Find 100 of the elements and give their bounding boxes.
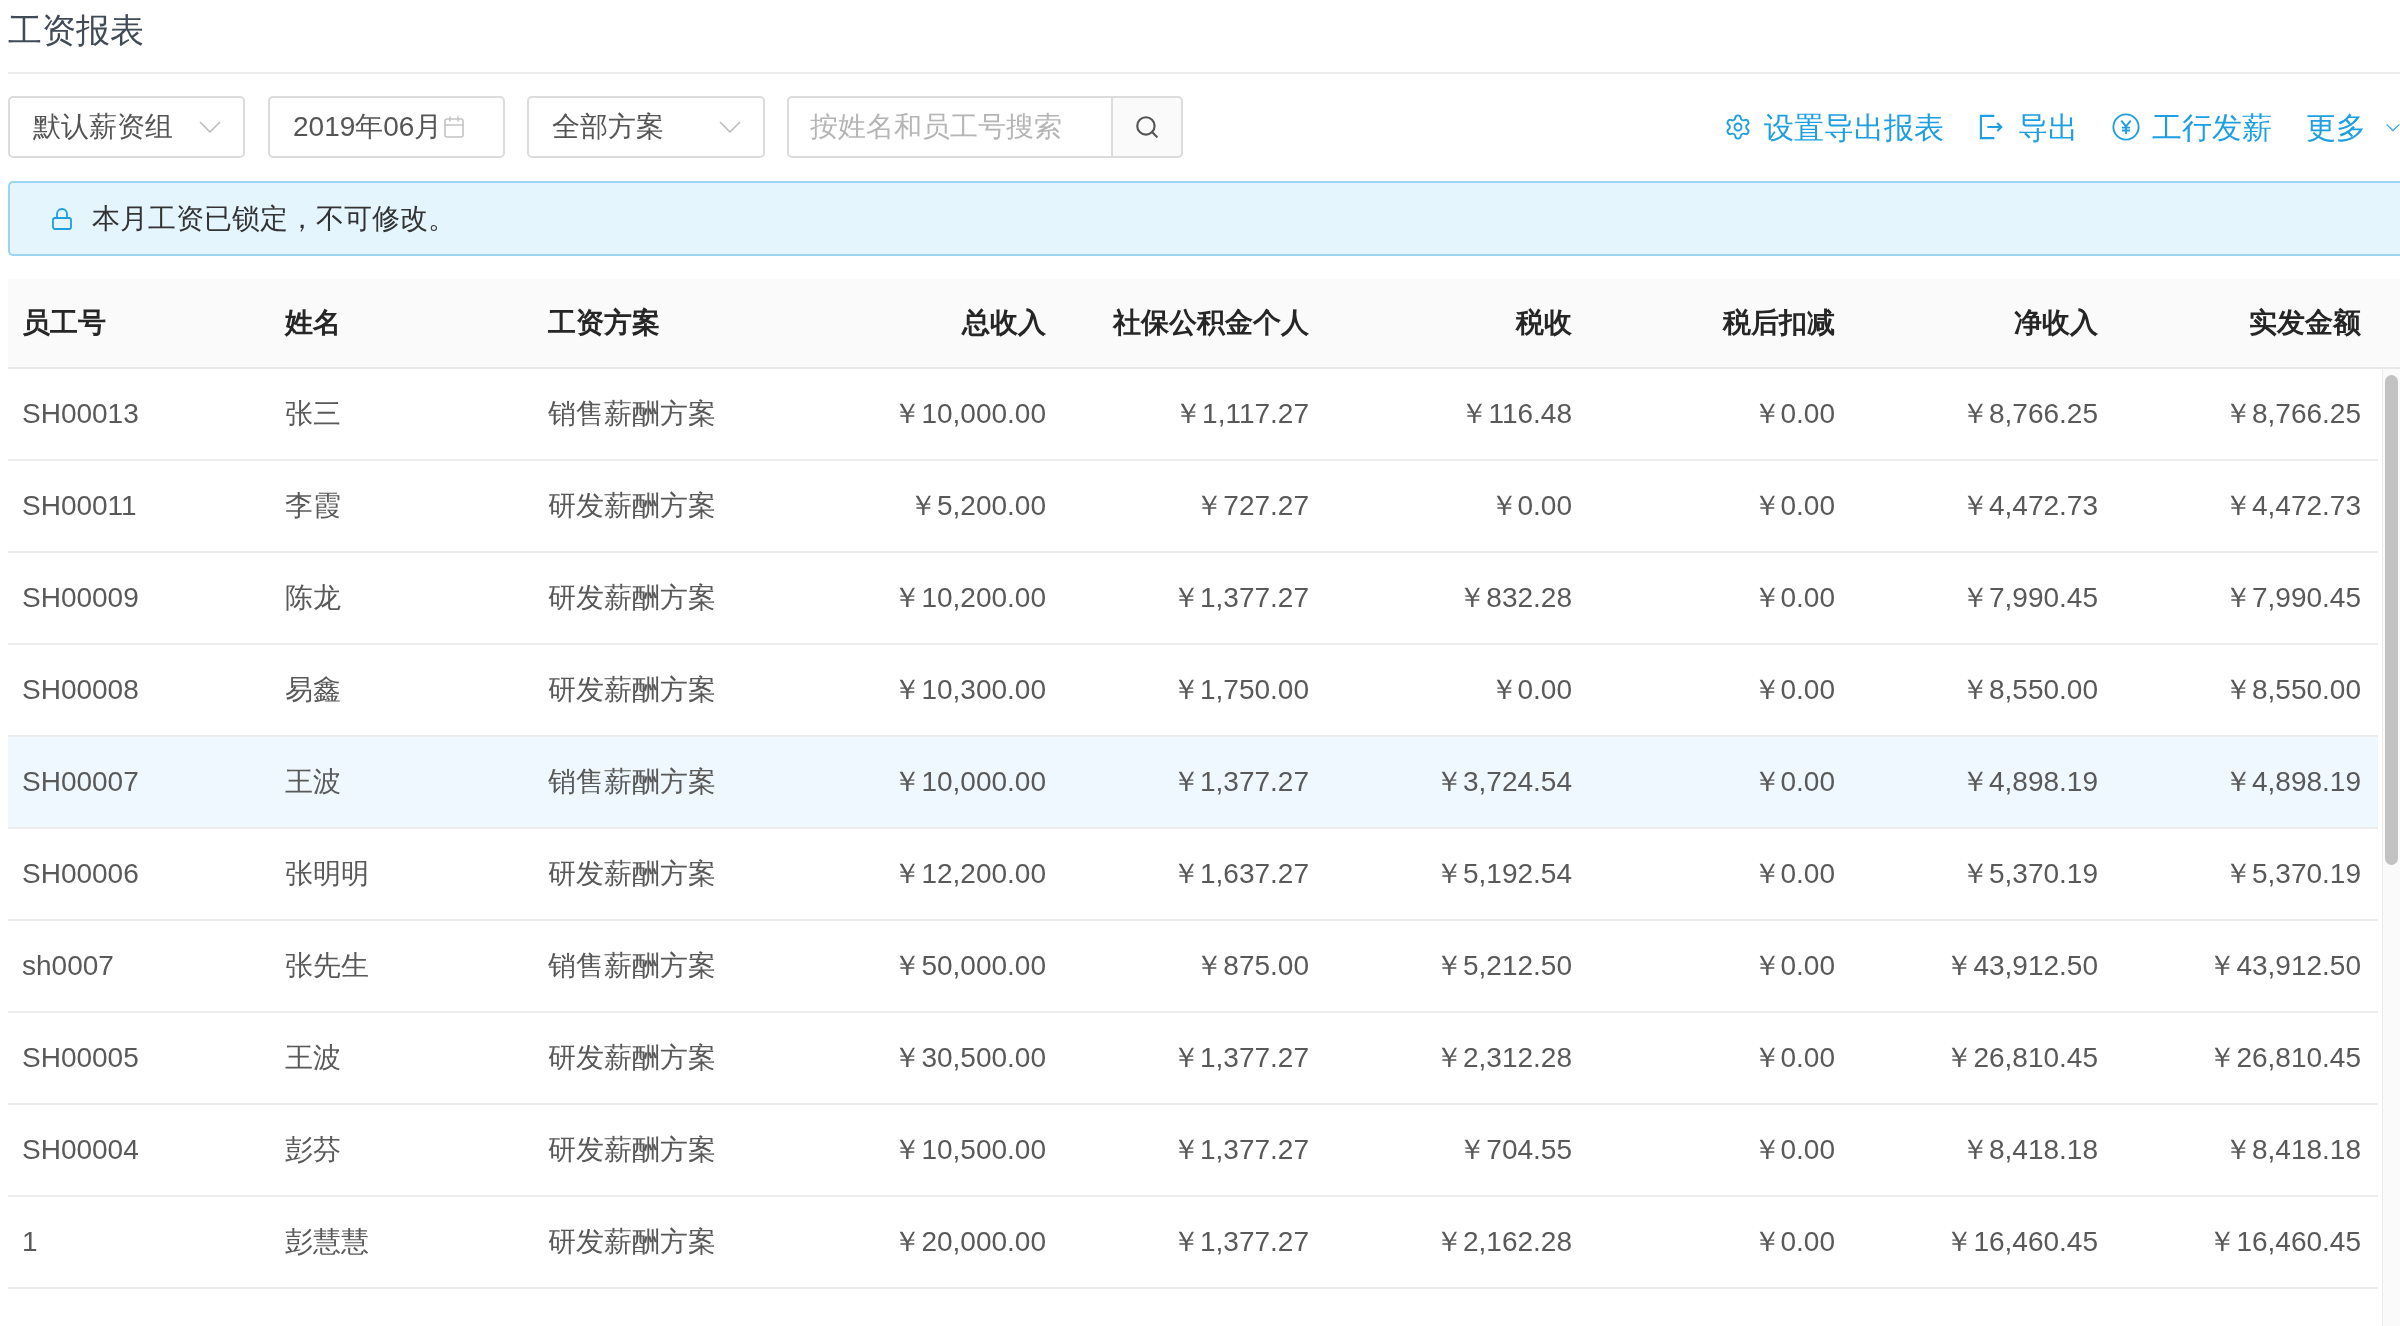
table-cell-text: ￥43,912.50 [2207,949,2362,983]
column-header: 总收入 [960,306,1047,340]
more-menu-link[interactable]: 更多 [2306,104,2366,150]
table-cell-text: SH00011 [21,489,138,523]
table-cell-text: ￥2,162.28 [1434,1225,1573,1259]
column-header: 实发金额 [2248,306,2362,340]
search-icon [1134,114,1160,140]
table-cell-text: ￥10,200.00 [892,581,1047,615]
yen-circle-icon [2112,113,2140,141]
table-cell-text: 销售薪酬方案 [547,949,717,983]
table-cell-text: SH00004 [21,1133,140,1167]
table-cell-text: ￥4,898.19 [2223,765,2362,799]
table-cell-text: ￥7,990.45 [1960,581,2099,615]
table-cell-text: ￥727.27 [1194,489,1310,523]
table-cell-text: 彭芬 [284,1133,342,1167]
page-title: 工资报表 [8,10,144,51]
table-cell-text: ￥8,418.18 [1960,1133,2099,1167]
month-picker[interactable]: 2019年06月 [268,96,505,158]
table-cell-text: ￥5,370.19 [2223,857,2362,891]
table-cell-text: ￥4,898.19 [1960,765,2099,799]
table-cell-text: ￥1,117.27 [1173,397,1310,431]
payroll-link[interactable]: 工行发薪 [2152,104,2272,150]
table-cell-text: SH00007 [21,765,140,799]
table-cell-text: ￥10,000.00 [892,397,1047,431]
table-cell-text: ￥8,550.00 [2223,673,2362,707]
table-cell-text: ￥16,460.45 [1944,1225,2099,1259]
table-cell-text: ￥704.55 [1457,1133,1573,1167]
table-cell-text: ￥1,377.27 [1171,1041,1310,1075]
column-header: 税后扣减 [1721,306,1836,340]
table-cell-text: ￥1,377.27 [1171,1133,1310,1167]
alert-message: 本月工资已锁定，不可修改。 [92,201,456,236]
table-cell-text: ￥0.00 [1751,765,1836,799]
search-button[interactable] [1113,96,1183,158]
table-cell-text: ￥10,300.00 [892,673,1047,707]
table-cell-text: ￥10,000.00 [892,765,1047,799]
table-cell-text: 研发薪酬方案 [547,1133,717,1167]
table-cell-text: ￥3,724.54 [1434,765,1573,799]
table-cell-text: 李霞 [284,489,342,523]
table-cell-text: ￥5,370.19 [1960,857,2099,891]
table-cell-text: ￥8,766.25 [2223,397,2362,431]
table-cell-text: ￥0.00 [1751,581,1836,615]
table-cell-text: ￥30,500.00 [892,1041,1047,1075]
table-cell-text: SH00008 [21,673,140,707]
table-cell-text: 研发薪酬方案 [547,1041,717,1075]
chevron-down-icon [719,121,741,133]
table-cell-text: 研发薪酬方案 [547,489,717,523]
table-cell-text: SH00006 [21,857,140,891]
table-cell-text: 研发薪酬方案 [547,857,717,891]
chevron-down-icon [2386,122,2400,132]
search-field[interactable]: 按姓名和员工号搜索 [787,96,1113,158]
table-cell-text: ￥1,750.00 [1171,673,1310,707]
report-settings-link[interactable]: 设置导出报表 [1764,104,1944,150]
table-cell-text: ￥1,637.27 [1171,857,1310,891]
table-cell-text: ￥20,000.00 [892,1225,1047,1259]
table-cell-text: ￥50,000.00 [892,949,1047,983]
table-cell-text: 王波 [284,765,342,799]
table-cell-text: ￥5,212.50 [1434,949,1573,983]
column-header: 社保公积金个人 [1111,306,1310,340]
table-cell-text: sh0007 [21,949,115,983]
table-cell-text: ￥4,472.73 [1960,489,2099,523]
table-cell-text: 1 [21,1225,39,1259]
column-header: 姓名 [283,306,342,340]
table-cell-text: ￥832.28 [1457,581,1573,615]
table-cell-text: ￥26,810.45 [1944,1041,2099,1075]
export-link[interactable]: 导出 [2018,104,2078,150]
table-cell-text: ￥0.00 [1751,1041,1836,1075]
table-cell-text: ￥0.00 [1751,397,1836,431]
table-cell-text: 张先生 [284,949,370,983]
table-cell-text: ￥4,472.73 [2223,489,2362,523]
table-cell-text: 陈龙 [284,581,342,615]
table-cell-text: SH00009 [21,581,140,615]
table-cell-text: ￥0.00 [1751,673,1836,707]
table-cell-text: ￥5,200.00 [908,489,1047,523]
table-cell-text: ￥8,418.18 [2223,1133,2362,1167]
table-cell-text: SH00013 [21,397,140,431]
table-cell-text: 销售薪酬方案 [547,397,717,431]
column-header: 员工号 [21,306,107,340]
table-cell-text: 张明明 [284,857,370,891]
table-cell-text: ￥8,766.25 [1960,397,2099,431]
table-cell-text: SH00005 [21,1041,140,1075]
table-cell-text: ￥0.00 [1751,1225,1836,1259]
lock-icon [50,206,74,231]
chevron-down-icon [199,121,221,133]
scrollbar-thumb[interactable] [2385,375,2398,865]
table-cell-text: ￥0.00 [1751,857,1836,891]
column-header: 税收 [1514,306,1573,340]
table-cell-text: ￥12,200.00 [892,857,1047,891]
table-cell-text: ￥43,912.50 [1944,949,2099,983]
table-cell-text: ￥875.00 [1194,949,1310,983]
table-cell-text: 王波 [284,1041,342,1075]
table-cell-text: ￥0.00 [1488,673,1573,707]
salary-group-select[interactable]: 默认薪资组 [8,96,245,158]
table-cell-text: ￥2,312.28 [1434,1041,1573,1075]
table-cell-text: ￥16,460.45 [2207,1225,2362,1259]
table-cell-text: ￥7,990.45 [2223,581,2362,615]
plan-select[interactable]: 全部方案 [527,96,765,158]
table-cell-text: 张三 [284,397,342,431]
calendar-icon [442,115,467,139]
table-cell-text: 易鑫 [284,673,342,707]
table-cell-text: ￥0.00 [1488,489,1573,523]
